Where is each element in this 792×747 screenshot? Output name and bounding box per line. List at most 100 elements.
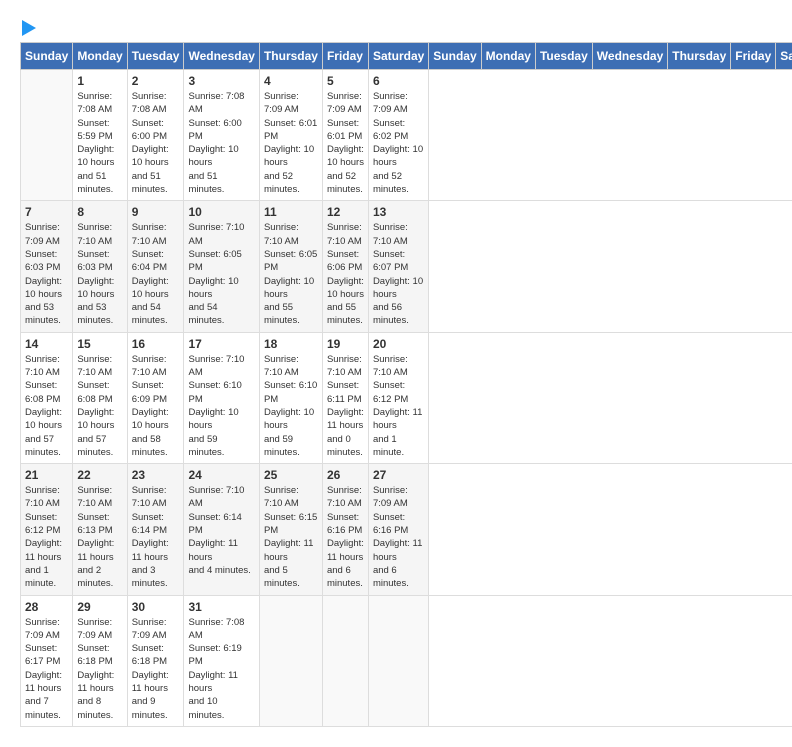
- calendar-cell: 29 Sunrise: 7:09 AM Sunset: 6:18 PM Dayli…: [73, 595, 127, 726]
- day-number: 28: [25, 600, 68, 614]
- day-number: 15: [77, 337, 122, 351]
- calendar-cell: 1 Sunrise: 7:08 AM Sunset: 5:59 PM Daylig…: [73, 70, 127, 201]
- header-day-friday: Friday: [322, 43, 368, 70]
- day-number: 20: [373, 337, 424, 351]
- day-info: Sunrise: 7:08 AM Sunset: 5:59 PM Dayligh…: [77, 90, 122, 196]
- header-day-monday: Monday: [73, 43, 127, 70]
- calendar-cell: 3 Sunrise: 7:08 AM Sunset: 6:00 PM Daylig…: [184, 70, 259, 201]
- day-number: 4: [264, 74, 318, 88]
- header-day-thursday: Thursday: [259, 43, 322, 70]
- calendar-cell: 4 Sunrise: 7:09 AM Sunset: 6:01 PM Daylig…: [259, 70, 322, 201]
- calendar-cell: 10 Sunrise: 7:10 AM Sunset: 6:05 PM Dayli…: [184, 201, 259, 332]
- day-info: Sunrise: 7:08 AM Sunset: 6:00 PM Dayligh…: [132, 90, 180, 196]
- page-header: [20, 20, 772, 32]
- day-info: Sunrise: 7:10 AM Sunset: 6:08 PM Dayligh…: [77, 353, 122, 459]
- day-number: 22: [77, 468, 122, 482]
- calendar-cell: 21Sunrise: 7:10 AM Sunset: 6:12 PM Dayli…: [21, 464, 73, 595]
- calendar-cell: 12Sunrise: 7:10 AM Sunset: 6:06 PM Dayli…: [322, 201, 368, 332]
- calendar-cell: 11 Sunrise: 7:10 AM Sunset: 6:05 PM Dayli…: [259, 201, 322, 332]
- day-number: 1: [77, 74, 122, 88]
- calendar-cell: 20 Sunrise: 7:10 AM Sunset: 6:12 PM Dayli…: [368, 332, 428, 463]
- day-number: 9: [132, 205, 180, 219]
- day-info: Sunrise: 7:08 AM Sunset: 6:00 PM Dayligh…: [188, 90, 254, 196]
- calendar-cell: 8 Sunrise: 7:10 AM Sunset: 6:03 PM Daylig…: [73, 201, 127, 332]
- calendar-cell: 26 Sunrise: 7:10 AM Sunset: 6:16 PM Dayli…: [322, 464, 368, 595]
- calendar-cell: 14 Sunrise: 7:10 AM Sunset: 6:08 PM Dayli…: [21, 332, 73, 463]
- header-day-wednesday: Wednesday: [184, 43, 259, 70]
- calendar-cell: 24Sunrise: 7:10 AM Sunset: 6:14 PM Dayli…: [184, 464, 259, 595]
- day-number: 10: [188, 205, 254, 219]
- day-info: Sunrise: 7:10 AM Sunset: 6:08 PM Dayligh…: [25, 353, 68, 459]
- day-number: 29: [77, 600, 122, 614]
- calendar-cell: 7 Sunrise: 7:09 AM Sunset: 6:03 PM Daylig…: [21, 201, 73, 332]
- header-sunday: Sunday: [429, 43, 481, 70]
- day-info: Sunrise: 7:08 AM Sunset: 6:19 PM Dayligh…: [188, 616, 254, 722]
- day-info: Sunrise: 7:10 AM Sunset: 6:14 PM Dayligh…: [132, 484, 180, 590]
- day-number: 5: [327, 74, 364, 88]
- day-info: Sunrise: 7:10 AM Sunset: 6:07 PM Dayligh…: [373, 221, 424, 327]
- calendar-cell: 31Sunrise: 7:08 AM Sunset: 6:19 PM Dayli…: [184, 595, 259, 726]
- day-number: 30: [132, 600, 180, 614]
- calendar-cell: 23 Sunrise: 7:10 AM Sunset: 6:14 PM Dayli…: [127, 464, 184, 595]
- day-number: 23: [132, 468, 180, 482]
- day-info: Sunrise: 7:09 AM Sunset: 6:01 PM Dayligh…: [264, 90, 318, 196]
- calendar-cell: 9 Sunrise: 7:10 AM Sunset: 6:04 PM Daylig…: [127, 201, 184, 332]
- day-info: Sunrise: 7:10 AM Sunset: 6:03 PM Dayligh…: [77, 221, 122, 327]
- day-info: Sunrise: 7:10 AM Sunset: 6:05 PM Dayligh…: [264, 221, 318, 327]
- day-info: Sunrise: 7:10 AM Sunset: 6:04 PM Dayligh…: [132, 221, 180, 327]
- calendar-week-row: 1 Sunrise: 7:08 AM Sunset: 5:59 PM Daylig…: [21, 70, 792, 201]
- day-number: 7: [25, 205, 68, 219]
- day-info: Sunrise: 7:09 AM Sunset: 6:02 PM Dayligh…: [373, 90, 424, 196]
- day-number: 8: [77, 205, 122, 219]
- header-tuesday: Tuesday: [535, 43, 592, 70]
- day-info: Sunrise: 7:10 AM Sunset: 6:10 PM Dayligh…: [264, 353, 318, 459]
- calendar-week-row: 28 Sunrise: 7:09 AM Sunset: 6:17 PM Dayli…: [21, 595, 792, 726]
- calendar-cell: 15 Sunrise: 7:10 AM Sunset: 6:08 PM Dayli…: [73, 332, 127, 463]
- day-number: 14: [25, 337, 68, 351]
- day-number: 24: [188, 468, 254, 482]
- day-info: Sunrise: 7:10 AM Sunset: 6:16 PM Dayligh…: [327, 484, 364, 590]
- day-info: Sunrise: 7:10 AM Sunset: 6:06 PM Dayligh…: [327, 221, 364, 327]
- calendar-cell: 19Sunrise: 7:10 AM Sunset: 6:11 PM Dayli…: [322, 332, 368, 463]
- day-number: 27: [373, 468, 424, 482]
- calendar-table: SundayMondayTuesdayWednesdayThursdayFrid…: [20, 42, 792, 727]
- day-info: Sunrise: 7:09 AM Sunset: 6:03 PM Dayligh…: [25, 221, 68, 327]
- day-info: Sunrise: 7:10 AM Sunset: 6:05 PM Dayligh…: [188, 221, 254, 327]
- calendar-header-row: SundayMondayTuesdayWednesdayThursdayFrid…: [21, 43, 792, 70]
- calendar-cell: [259, 595, 322, 726]
- header-monday: Monday: [481, 43, 535, 70]
- day-info: Sunrise: 7:10 AM Sunset: 6:12 PM Dayligh…: [373, 353, 424, 459]
- day-number: 2: [132, 74, 180, 88]
- calendar-cell: 18 Sunrise: 7:10 AM Sunset: 6:10 PM Dayli…: [259, 332, 322, 463]
- calendar-cell: 22 Sunrise: 7:10 AM Sunset: 6:13 PM Dayli…: [73, 464, 127, 595]
- day-info: Sunrise: 7:10 AM Sunset: 6:12 PM Dayligh…: [25, 484, 68, 590]
- calendar-cell: 2 Sunrise: 7:08 AM Sunset: 6:00 PM Daylig…: [127, 70, 184, 201]
- day-number: 3: [188, 74, 254, 88]
- header-thursday: Thursday: [668, 43, 731, 70]
- day-number: 6: [373, 74, 424, 88]
- header-wednesday: Wednesday: [592, 43, 667, 70]
- day-number: 19: [327, 337, 364, 351]
- day-number: 25: [264, 468, 318, 482]
- header-day-saturday: Saturday: [368, 43, 428, 70]
- calendar-week-row: 21Sunrise: 7:10 AM Sunset: 6:12 PM Dayli…: [21, 464, 792, 595]
- calendar-cell: 25Sunrise: 7:10 AM Sunset: 6:15 PM Dayli…: [259, 464, 322, 595]
- header-saturday: Saturday: [776, 43, 792, 70]
- logo-arrow-icon: [22, 20, 36, 36]
- calendar-cell: 5Sunrise: 7:09 AM Sunset: 6:01 PM Daylig…: [322, 70, 368, 201]
- day-number: 18: [264, 337, 318, 351]
- day-info: Sunrise: 7:10 AM Sunset: 6:10 PM Dayligh…: [188, 353, 254, 459]
- calendar-cell: [368, 595, 428, 726]
- day-info: Sunrise: 7:10 AM Sunset: 6:13 PM Dayligh…: [77, 484, 122, 590]
- calendar-cell: 28 Sunrise: 7:09 AM Sunset: 6:17 PM Dayli…: [21, 595, 73, 726]
- day-number: 17: [188, 337, 254, 351]
- calendar-week-row: 14 Sunrise: 7:10 AM Sunset: 6:08 PM Dayli…: [21, 332, 792, 463]
- day-info: Sunrise: 7:09 AM Sunset: 6:18 PM Dayligh…: [132, 616, 180, 722]
- day-info: Sunrise: 7:09 AM Sunset: 6:18 PM Dayligh…: [77, 616, 122, 722]
- day-info: Sunrise: 7:09 AM Sunset: 6:17 PM Dayligh…: [25, 616, 68, 722]
- day-number: 26: [327, 468, 364, 482]
- day-number: 11: [264, 205, 318, 219]
- header-friday: Friday: [731, 43, 776, 70]
- calendar-cell: 17 Sunrise: 7:10 AM Sunset: 6:10 PM Dayli…: [184, 332, 259, 463]
- calendar-cell: 27Sunrise: 7:09 AM Sunset: 6:16 PM Dayli…: [368, 464, 428, 595]
